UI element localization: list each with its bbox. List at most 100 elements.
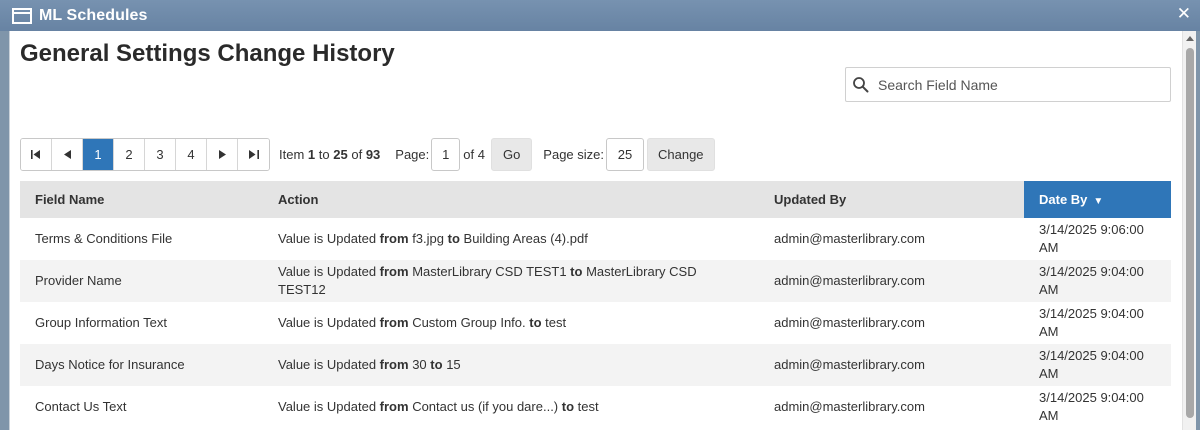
to-word: to	[430, 357, 443, 372]
date-line-1: 3/14/2025 9:04:00	[1039, 264, 1144, 279]
date-line-2: AM	[1039, 282, 1059, 297]
cell-date: 3/14/2025 9:04:00 AM	[1024, 386, 1171, 428]
old-value: Contact us (if you dare...)	[412, 399, 559, 414]
window-icon	[12, 7, 32, 24]
cell-date: 3/14/2025 9:04:00 AM	[1024, 344, 1171, 386]
change-button[interactable]: Change	[647, 138, 715, 171]
scroll-up-arrow-icon[interactable]	[1186, 36, 1194, 41]
date-line-1: 3/14/2025 9:04:00	[1039, 306, 1144, 321]
cell-field-name: Contact Us Text	[35, 399, 127, 414]
page-button-2[interactable]: 2	[114, 139, 145, 170]
cell-field-name: Days Notice for Insurance	[20, 344, 263, 386]
cell-action: Value is Updated from 30 to 15	[263, 344, 759, 386]
cell-updated-by: admin@masterlibrary.com	[774, 399, 925, 414]
date-line-1: 3/14/2025 9:04:00	[1039, 390, 1144, 405]
page-size-label: Page size:	[543, 147, 604, 162]
page-number-input[interactable]	[431, 138, 461, 171]
table-header-row: Field Name Action Updated By Date By ▼	[20, 181, 1171, 218]
page-button-4[interactable]: 4	[176, 139, 207, 170]
from-word: from	[379, 264, 409, 279]
column-header-date-by[interactable]: Date By ▼	[1024, 181, 1171, 218]
from-word: from	[379, 231, 409, 246]
cell-date: 3/14/2025 9:06:00 AM	[1024, 218, 1171, 260]
pager-buttons: 1 2 3 4	[20, 138, 270, 171]
table-row[interactable]: Contact Us Text Value is Updated from Co…	[20, 386, 1171, 428]
action-prefix: Value is Updated	[278, 231, 377, 246]
page-of-text: of 4	[463, 147, 485, 162]
next-page-button[interactable]	[207, 139, 238, 170]
action-prefix: Value is Updated	[278, 315, 377, 330]
item-total: 93	[365, 147, 381, 162]
action-prefix: Value is Updated	[278, 357, 377, 372]
cell-date: 3/14/2025 9:04:00 AM	[1024, 260, 1171, 302]
column-header-action[interactable]: Action	[263, 181, 759, 218]
date-line-1: 3/14/2025 9:04:00	[1039, 348, 1144, 363]
window-titlebar: ML Schedules ✕	[0, 0, 1200, 31]
date-line-2: AM	[1039, 408, 1059, 423]
first-page-icon	[31, 150, 40, 159]
item-range-text: Item 1 to 25 of 93	[279, 147, 380, 162]
table-row[interactable]: Days Notice for Insurance Value is Updat…	[20, 344, 1171, 386]
item-from: 1	[307, 147, 316, 162]
last-page-button[interactable]	[238, 139, 269, 170]
cell-updated-by: admin@masterlibrary.com	[774, 231, 925, 246]
next-page-icon	[218, 150, 226, 159]
go-button[interactable]: Go	[490, 138, 533, 171]
table-row[interactable]: Group Information Text Value is Updated …	[20, 302, 1171, 344]
cell-action: Value is Updated from f3.jpg to Building…	[263, 218, 759, 260]
date-by-label: Date By	[1039, 192, 1088, 207]
cell-action: Value is Updated from Contact us (if you…	[263, 386, 759, 428]
from-word: from	[379, 357, 409, 372]
page-size-input[interactable]	[606, 138, 644, 171]
prev-page-button[interactable]	[52, 139, 83, 170]
action-prefix: Value is Updated	[278, 399, 377, 414]
search-input[interactable]	[878, 76, 1158, 93]
from-word: from	[379, 399, 409, 414]
scrollbar-thumb[interactable]	[1186, 48, 1194, 418]
item-to: 25	[333, 147, 348, 162]
old-value: MasterLibrary CSD TEST1	[412, 264, 567, 279]
column-header-updated-by[interactable]: Updated By	[759, 181, 1024, 218]
page-label: Page:	[395, 147, 430, 162]
to-word: to	[561, 399, 575, 414]
new-value: test	[545, 315, 567, 330]
to-word: to	[570, 264, 583, 279]
page-button-1[interactable]: 1	[83, 139, 114, 170]
to-word: to	[529, 315, 542, 330]
from-word: from	[379, 315, 409, 330]
to-word: to	[447, 231, 460, 246]
new-value: Building Areas (4).pdf	[463, 231, 588, 246]
pager: 1 2 3 4 Item 1 to 25 of 93 Page: of 4 Go…	[20, 138, 715, 171]
first-page-button[interactable]	[21, 139, 52, 170]
old-value: Custom Group Info.	[412, 315, 526, 330]
date-line-2: AM	[1039, 366, 1059, 381]
date-line-2: AM	[1039, 240, 1059, 255]
vertical-scrollbar[interactable]	[1182, 31, 1196, 430]
dialog-panel: General Settings Change History 1 2 3 4	[9, 31, 1196, 430]
search-icon	[853, 76, 869, 92]
new-value: test	[577, 399, 599, 414]
new-value: 15	[446, 357, 461, 372]
cell-action: Value is Updated from MasterLibrary CSD …	[263, 260, 759, 302]
item-to-word: to	[318, 147, 330, 162]
cell-updated-by: admin@masterlibrary.com	[759, 344, 1024, 386]
cell-date: 3/14/2025 9:04:00 AM	[1024, 302, 1171, 344]
date-line-2: AM	[1039, 324, 1059, 339]
date-line-1: 3/14/2025 9:06:00	[1039, 222, 1144, 237]
prev-page-icon	[63, 150, 71, 159]
page-button-3[interactable]: 3	[145, 139, 176, 170]
cell-field-name: Provider Name	[20, 260, 263, 302]
search-box[interactable]	[845, 67, 1171, 102]
window-title: ML Schedules	[39, 6, 148, 24]
item-prefix: Item	[279, 147, 305, 162]
cell-action: Value is Updated from Custom Group Info.…	[263, 302, 759, 344]
column-header-field-name[interactable]: Field Name	[20, 181, 263, 218]
history-table: Field Name Action Updated By Date By ▼ Te…	[20, 181, 1171, 428]
table-row[interactable]: Provider Name Value is Updated from Mast…	[20, 260, 1171, 302]
cell-field-name: Group Information Text	[35, 315, 167, 330]
old-value: 30	[412, 357, 427, 372]
close-icon[interactable]: ✕	[1177, 4, 1191, 24]
table-row[interactable]: Terms & Conditions File Value is Updated…	[20, 218, 1171, 260]
cell-updated-by: admin@masterlibrary.com	[759, 260, 1024, 302]
page-title: General Settings Change History	[20, 40, 395, 67]
